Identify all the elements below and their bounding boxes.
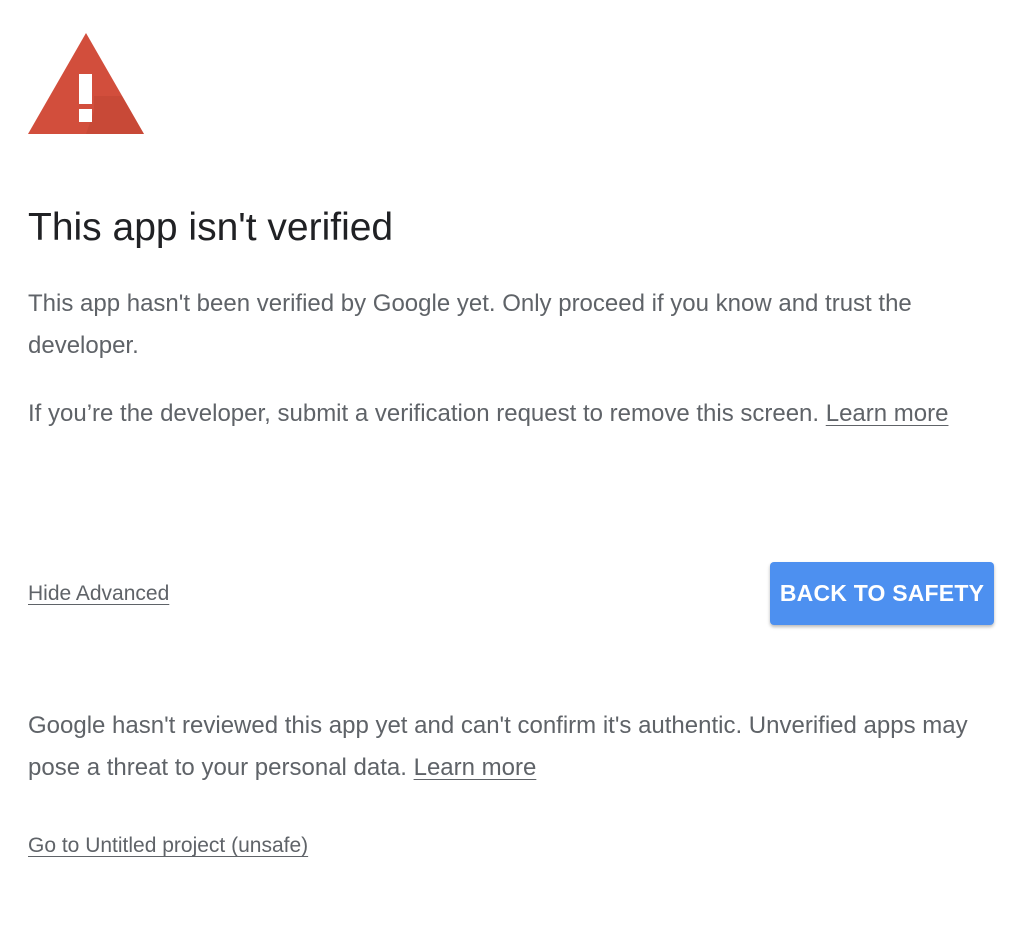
developer-notice-text: If you’re the developer, submit a verifi… xyxy=(28,400,826,427)
developer-notice: If you’re the developer, submit a verifi… xyxy=(28,393,996,435)
advanced-warning: Google hasn't reviewed this app yet and … xyxy=(28,705,996,789)
learn-more-link-developer[interactable]: Learn more xyxy=(826,400,949,427)
hide-advanced-link[interactable]: Hide Advanced xyxy=(28,579,169,609)
warning-triangle-icon xyxy=(28,33,144,134)
back-to-safety-button[interactable]: BACK TO SAFETY xyxy=(770,562,994,625)
learn-more-link-advanced[interactable]: Learn more xyxy=(414,754,537,781)
unverified-description-text: This app hasn't been verified by Google … xyxy=(28,290,912,359)
page-title: This app isn't verified xyxy=(28,206,394,249)
go-to-unsafe-project-link[interactable]: Go to Untitled project (unsafe) xyxy=(28,831,308,861)
unverified-description: This app hasn't been verified by Google … xyxy=(28,283,996,367)
